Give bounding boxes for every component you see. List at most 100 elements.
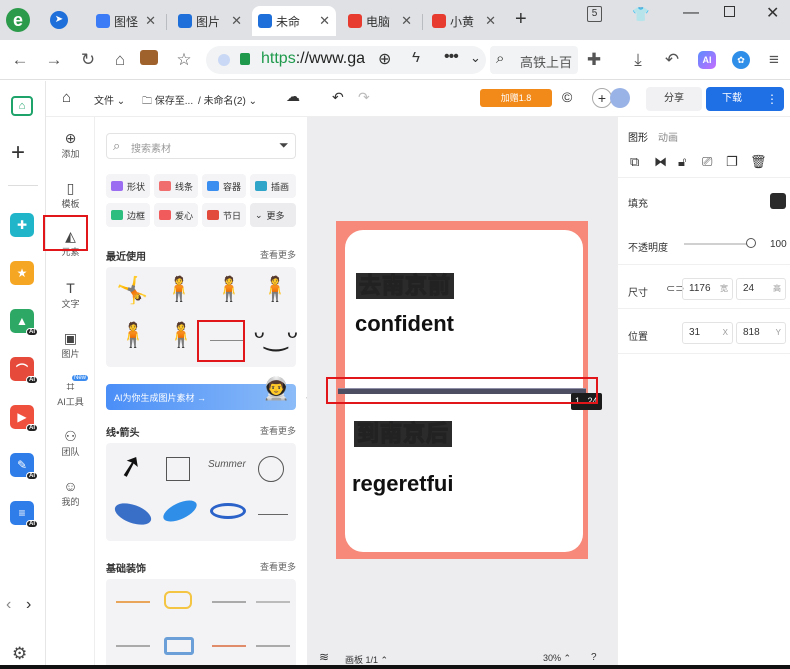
home-icon[interactable]: ⌂ bbox=[110, 50, 130, 70]
close-icon[interactable]: ✕ bbox=[401, 13, 412, 29]
width-input[interactable]: 1176 宽 bbox=[682, 278, 733, 300]
filter-icon[interactable]: ⏷ bbox=[279, 138, 289, 153]
chevron-down-icon[interactable]: ⌄ bbox=[470, 50, 481, 66]
figure-item[interactable]: 🧍 bbox=[164, 275, 194, 304]
tab-animation[interactable]: 动画 bbox=[658, 129, 678, 144]
tab-count-badge[interactable]: 5 bbox=[587, 6, 602, 22]
arrow-item[interactable]: ➚ bbox=[114, 446, 147, 486]
text-confident[interactable]: confident bbox=[355, 311, 454, 337]
ribbon-item[interactable] bbox=[112, 499, 154, 529]
add-icon[interactable]: + bbox=[11, 139, 25, 167]
chip-line[interactable]: 线条 bbox=[154, 174, 198, 198]
undo-icon[interactable]: ↶ bbox=[332, 89, 344, 106]
layers-icon[interactable]: ≋ bbox=[319, 650, 329, 664]
recent-view-more[interactable]: 查看更多 bbox=[260, 248, 296, 261]
settings-icon[interactable]: ⚙ bbox=[12, 644, 27, 664]
undo-icon[interactable]: ↶ bbox=[662, 50, 682, 70]
home-icon[interactable]: ⌂ bbox=[62, 89, 71, 106]
deco-item[interactable] bbox=[256, 645, 290, 647]
app-icon-pdf-ai[interactable]: ⌒ AI bbox=[10, 357, 38, 384]
chip-container[interactable]: 容器 bbox=[202, 174, 246, 198]
download-more-icon[interactable]: ⋮ bbox=[766, 87, 778, 111]
close-icon[interactable]: ✕ bbox=[231, 13, 242, 29]
shirt-icon[interactable]: 👕 bbox=[632, 6, 649, 23]
app-icon-doc-ai[interactable]: ≡ AI bbox=[10, 501, 38, 528]
text-regretful[interactable]: regeretfui bbox=[352, 471, 453, 497]
fill-color-swatch[interactable] bbox=[770, 193, 786, 209]
zoom-icon[interactable]: ⊕ bbox=[378, 49, 391, 69]
close-icon[interactable]: ✕ bbox=[319, 13, 330, 29]
zoom-level[interactable]: 30% ⌃ bbox=[543, 653, 571, 664]
chip-festival[interactable]: 节日 bbox=[202, 203, 246, 227]
deco-item[interactable] bbox=[164, 637, 194, 655]
app-icon-image-ai[interactable]: ▲ AI bbox=[10, 309, 38, 336]
duplicate-icon[interactable]: ❐ bbox=[726, 154, 750, 170]
lightning-icon[interactable]: ϟ bbox=[412, 49, 420, 66]
chip-border[interactable]: 边框 bbox=[106, 203, 150, 227]
nav-mine[interactable]: ☺ 我的 bbox=[46, 477, 95, 508]
delete-icon[interactable]: 🗑︎ bbox=[750, 154, 774, 170]
home-icon[interactable]: ⌂ bbox=[11, 96, 33, 116]
layer-order-icon[interactable]: ⧉ bbox=[630, 154, 654, 170]
tab-3-active[interactable]: 未命 ✕ bbox=[252, 6, 336, 36]
extensions-icon[interactable]: ✚ bbox=[584, 50, 604, 70]
send-icon[interactable]: ➤ bbox=[50, 11, 68, 29]
x-input[interactable]: 31 X bbox=[682, 322, 733, 344]
new-tab-button[interactable]: + bbox=[515, 8, 527, 31]
nav-add[interactable]: ⊕ 添加 bbox=[46, 129, 95, 160]
share-button[interactable]: 分享 bbox=[646, 87, 702, 111]
maximize-icon[interactable] bbox=[724, 6, 735, 17]
deco-view-more[interactable]: 查看更多 bbox=[260, 560, 296, 573]
opacity-slider-handle[interactable] bbox=[746, 238, 756, 248]
cloud-icon[interactable]: ☁ bbox=[286, 88, 300, 105]
tab-4[interactable]: 电脑 ✕ bbox=[342, 6, 418, 36]
lock-icon[interactable]: 🔓︎ bbox=[678, 154, 702, 170]
back-icon[interactable]: ← bbox=[10, 50, 30, 70]
more-icon[interactable]: ••• bbox=[444, 48, 459, 66]
ai-icon[interactable]: AI bbox=[698, 51, 716, 69]
material-search-input[interactable]: ⌕ 搜索素材 ⏷ bbox=[106, 133, 296, 159]
copyright-icon[interactable]: © bbox=[562, 89, 572, 105]
nav-team[interactable]: ⚇ 团队 bbox=[46, 427, 95, 458]
chip-heart[interactable]: 爱心 bbox=[154, 203, 198, 227]
url-field[interactable]: https://www.ga ⊕ ϟ ••• ⌄ bbox=[206, 46, 486, 74]
close-window-icon[interactable]: ✕ bbox=[766, 3, 779, 23]
opacity-slider[interactable] bbox=[684, 243, 754, 245]
summer-text-item[interactable]: Summer bbox=[208, 459, 246, 470]
chip-more[interactable]: ⌄ 更多 bbox=[250, 203, 296, 227]
smile-item[interactable]: ᵕ‿ᵕ bbox=[254, 319, 298, 352]
file-menu[interactable]: 文件 ⌄ bbox=[94, 92, 125, 107]
bookmark-star-icon[interactable]: ☆ bbox=[174, 50, 194, 70]
heading-after[interactable]: 到南京后 bbox=[354, 421, 453, 447]
figure-item[interactable]: 🤸 bbox=[116, 275, 148, 306]
chip-illustration[interactable]: 插画 bbox=[250, 174, 296, 198]
briefcase-icon[interactable] bbox=[140, 50, 158, 65]
square-item[interactable] bbox=[166, 457, 190, 481]
figure-item[interactable]: 🧍 bbox=[214, 275, 244, 304]
nav-ai-tool[interactable]: ⌗ AI工具 New bbox=[46, 375, 95, 408]
chip-shape[interactable]: 形状 bbox=[106, 174, 150, 198]
lines-view-more[interactable]: 查看更多 bbox=[260, 424, 296, 437]
deco-item[interactable] bbox=[212, 645, 246, 647]
app-icon-star[interactable]: ★ bbox=[10, 261, 34, 285]
deco-item[interactable] bbox=[256, 601, 290, 603]
circle-item[interactable] bbox=[258, 456, 284, 482]
promo-badge[interactable]: 加赠1.8 bbox=[480, 89, 552, 107]
minimize-icon[interactable]: — bbox=[683, 4, 699, 22]
deco-item[interactable] bbox=[116, 601, 150, 603]
save-to-button[interactable]: 🗀 保存至... bbox=[142, 92, 193, 111]
menu-icon[interactable]: ≡ bbox=[764, 50, 784, 70]
add-collaborator-icon[interactable]: + bbox=[592, 88, 612, 108]
app-icon-video-ai[interactable]: ▶ AI bbox=[10, 405, 38, 432]
heading-before[interactable]: 去南京前 bbox=[356, 273, 455, 299]
figure-item[interactable]: 🧍 bbox=[260, 275, 290, 304]
tab-1[interactable]: 图怪 ✕ bbox=[90, 6, 162, 36]
ai-banner[interactable]: AI为你生成图片素材 → 👨‍🚀 bbox=[106, 376, 296, 410]
close-icon[interactable]: ✕ bbox=[145, 13, 156, 29]
close-icon[interactable]: ✕ bbox=[485, 13, 496, 29]
reload-icon[interactable]: ↻ bbox=[78, 50, 98, 70]
flip-icon[interactable]: ⧓ bbox=[654, 154, 678, 170]
figure-item[interactable]: 🧍 bbox=[166, 321, 196, 350]
deco-item[interactable] bbox=[164, 591, 192, 609]
download-icon[interactable]: ⤓ bbox=[628, 50, 648, 70]
